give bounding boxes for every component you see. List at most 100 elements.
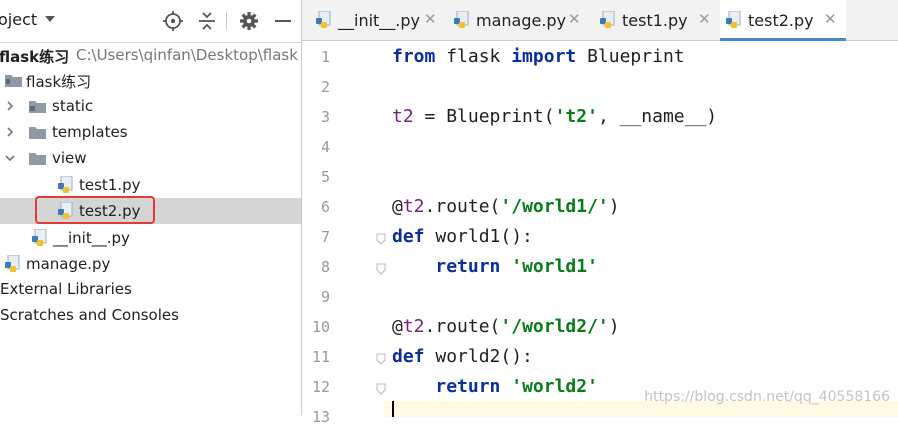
tree-item-label: External Libraries: [0, 280, 132, 298]
code-line: @t2.route('/world1/'): [392, 193, 620, 221]
tree-item-external-libraries[interactable]: External Libraries: [0, 276, 301, 302]
code-token: , __name__): [597, 106, 718, 127]
code-keyword: def: [392, 346, 425, 367]
hide-icon[interactable]: [272, 10, 294, 32]
code-token: ): [608, 196, 620, 217]
code-token: @: [392, 316, 403, 337]
tree-item-label: test1.py: [79, 176, 141, 194]
python-file-icon: [600, 11, 615, 28]
python-file-icon: [5, 255, 20, 272]
close-icon[interactable]: ✕: [824, 10, 837, 28]
line-number: 7: [320, 228, 330, 246]
tab-manage[interactable]: manage.py ✕: [448, 0, 588, 40]
code-keyword: return: [435, 256, 501, 277]
code-string: '/world1/': [500, 196, 609, 217]
tree-item-init[interactable]: __init__.py: [0, 225, 301, 251]
collapse-icon[interactable]: [196, 10, 218, 32]
line-number: 10: [311, 318, 330, 336]
root-name: flask练习: [0, 48, 70, 66]
code-line: t2 = Blueprint('t2', __name__): [392, 103, 717, 131]
locate-icon[interactable]: [162, 10, 184, 32]
tab-label: __init__.py: [338, 11, 421, 30]
python-file-icon: [454, 11, 469, 28]
tree-item-flask[interactable]: flask练习: [0, 67, 301, 93]
chevron-down-icon[interactable]: [3, 151, 17, 165]
code-line: return 'world1': [392, 253, 598, 281]
folder-icon: [29, 127, 46, 139]
code-line: return 'world2': [392, 373, 598, 401]
tab-init[interactable]: __init__.py ✕: [310, 0, 442, 40]
line-number: 2: [320, 78, 330, 96]
tree-item-label: __init__.py: [53, 229, 130, 247]
code-token: flask: [435, 46, 512, 67]
tree-item-label: templates: [52, 123, 128, 141]
line-number: 6: [320, 198, 330, 216]
tree-item-test1[interactable]: test1.py: [0, 172, 301, 198]
line-number-gutter: 1 2 3 4 5 6 7 8 9 10 11 12 13: [302, 41, 384, 426]
close-icon[interactable]: ✕: [568, 10, 581, 28]
code-string: '/world2/': [500, 316, 609, 337]
code-token: .route(: [424, 196, 501, 217]
close-icon[interactable]: ✕: [424, 10, 437, 28]
highlight-box: [35, 196, 155, 224]
project-dropdown-icon[interactable]: [45, 16, 56, 22]
line-number: 13: [311, 408, 330, 426]
code-line: @t2.route('/world2/'): [392, 313, 620, 341]
tree-item-templates[interactable]: templates: [0, 119, 301, 145]
fold-marker-icon[interactable]: [376, 233, 386, 245]
line-number: 3: [320, 108, 330, 126]
code-string: 't2': [554, 106, 598, 127]
line-number: 12: [311, 378, 330, 396]
tree-item-view[interactable]: view: [0, 145, 301, 171]
code-string: 'world1': [511, 256, 598, 277]
code-token: @: [392, 196, 403, 217]
project-view-selector[interactable]: oject: [0, 10, 56, 29]
code-token: world1():: [424, 226, 533, 247]
tab-label: test2.py: [748, 11, 814, 30]
fold-marker-icon[interactable]: [376, 353, 386, 365]
header-separator: [226, 12, 227, 30]
python-file-icon: [32, 229, 47, 246]
settings-icon[interactable]: [238, 10, 260, 32]
watermark: https://blog.csdn.net/qq_40558166: [644, 389, 890, 405]
line-number: 9: [320, 288, 330, 306]
code-line: def world1():: [392, 223, 533, 251]
fold-marker-icon[interactable]: [376, 383, 386, 395]
python-file-icon: [726, 11, 741, 28]
code-token: t2: [402, 196, 425, 217]
close-icon[interactable]: ✕: [698, 10, 711, 28]
root-path: C:\Users\qinfan\Desktop\flask: [76, 46, 298, 64]
tree-root[interactable]: flask练习 C:\Users\qinfan\Desktop\flask: [0, 42, 301, 68]
folder-icon: [29, 101, 46, 113]
code-keyword: import: [511, 46, 577, 67]
code-token: Blueprint: [576, 46, 685, 67]
folder-icon: [5, 75, 22, 87]
tree-item-label: static: [52, 97, 94, 115]
code-editor[interactable]: from flask import Blueprint t2 = Blueprin…: [376, 41, 898, 417]
code-token: world2():: [424, 346, 533, 367]
tab-test2[interactable]: test2.py ✕: [720, 0, 846, 41]
tree-item-scratches[interactable]: Scratches and Consoles: [0, 302, 301, 328]
tree-item-static[interactable]: static: [0, 93, 301, 119]
code-token: = Blueprint(: [413, 106, 555, 127]
code-token: t2: [402, 316, 425, 337]
line-number: 1: [320, 48, 330, 66]
fold-marker-icon[interactable]: [376, 263, 386, 275]
code-keyword: def: [392, 226, 425, 247]
code-string: 'world2': [511, 376, 598, 397]
tree-item-label: view: [52, 149, 87, 167]
chevron-right-icon[interactable]: [5, 125, 15, 139]
code-token: ): [608, 316, 620, 337]
code-line: from flask import Blueprint: [392, 43, 685, 71]
tree-item-manage[interactable]: manage.py: [0, 251, 301, 277]
code-keyword: return: [435, 376, 501, 397]
line-number: 5: [320, 168, 330, 186]
code-token: t2: [392, 106, 414, 127]
chevron-right-icon[interactable]: [5, 99, 15, 113]
tab-test1[interactable]: test1.py ✕: [594, 0, 718, 40]
tree-item-label: flask练习: [26, 73, 92, 91]
python-file-icon: [316, 11, 331, 28]
